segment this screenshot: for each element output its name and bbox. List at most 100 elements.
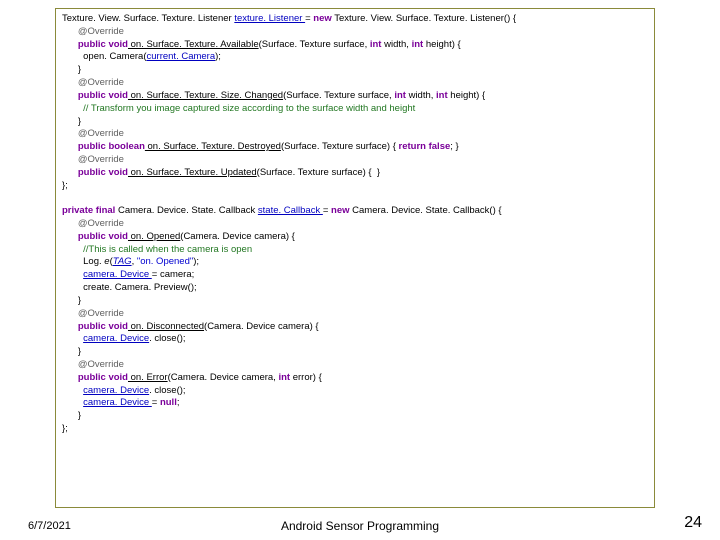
- t: . close();: [149, 333, 185, 344]
- t: on. Error: [128, 372, 168, 383]
- t: camera. Device: [83, 385, 149, 396]
- code-block: Texture. View. Surface. Texture. Listene…: [62, 13, 648, 436]
- t: width,: [381, 39, 411, 50]
- t: state. Callback: [258, 205, 323, 216]
- t: =: [152, 397, 160, 408]
- i: [62, 218, 78, 229]
- t: TAG: [113, 256, 132, 267]
- t: };: [62, 180, 68, 191]
- t: int: [394, 90, 406, 101]
- t: on. Disconnected: [128, 321, 204, 332]
- t: camera. Device: [83, 269, 152, 280]
- t: }: [78, 64, 81, 75]
- i: [62, 39, 78, 50]
- t: @Override: [78, 154, 124, 165]
- t: // Transform you image captured size acc…: [83, 103, 415, 114]
- t: on. Surface. Texture. Updated: [128, 167, 257, 178]
- t: //This is called when the camera is open: [83, 244, 252, 255]
- i: [62, 77, 78, 88]
- t: };: [62, 423, 68, 434]
- i: [62, 244, 83, 255]
- t: =: [323, 205, 331, 216]
- i: [62, 346, 78, 357]
- i: [62, 269, 83, 280]
- i: [62, 385, 83, 396]
- t: camera. Device: [83, 397, 152, 408]
- t: ; }: [450, 141, 458, 152]
- i: [62, 116, 78, 127]
- t: );: [193, 256, 199, 267]
- i: [62, 90, 78, 101]
- i: [62, 359, 78, 370]
- t: on. Surface. Texture. Size. Changed: [128, 90, 283, 101]
- t: (Surface. Texture surface) { }: [257, 167, 380, 178]
- i: [62, 308, 78, 319]
- t: Texture. View. Surface. Texture. Listene…: [332, 13, 516, 24]
- t: return false: [399, 141, 451, 152]
- i: [62, 103, 83, 114]
- t: }: [78, 295, 81, 306]
- t: int: [412, 39, 424, 50]
- t: (Surface. Texture surface) {: [281, 141, 399, 152]
- t: Camera. Device. State. Callback: [115, 205, 258, 216]
- i: [62, 397, 83, 408]
- t: );: [215, 51, 221, 62]
- t: Texture. View. Surface. Texture. Listene…: [62, 13, 234, 24]
- t: public void: [78, 167, 128, 178]
- t: public void: [78, 321, 128, 332]
- t: @Override: [78, 77, 124, 88]
- i: [62, 295, 78, 306]
- footer-page: 24: [684, 512, 702, 534]
- t: Log.: [83, 256, 104, 267]
- t: open. Camera(: [83, 51, 146, 62]
- t: public void: [78, 231, 128, 242]
- i: [62, 64, 78, 75]
- i: [62, 154, 78, 165]
- t: ;: [177, 397, 180, 408]
- i: [62, 410, 78, 421]
- t: new: [313, 13, 331, 24]
- footer-title: Android Sensor Programming: [0, 518, 720, 534]
- t: }: [78, 116, 81, 127]
- t: height) {: [448, 90, 486, 101]
- i: [62, 282, 83, 293]
- i: [62, 256, 83, 267]
- t: int: [370, 39, 382, 50]
- t: public boolean: [78, 141, 145, 152]
- t: on. Surface. Texture. Destroyed: [145, 141, 281, 152]
- t: error) {: [290, 372, 322, 383]
- i: [62, 333, 83, 344]
- t: width,: [406, 90, 436, 101]
- t: = camera;: [152, 269, 195, 280]
- i: [62, 26, 78, 37]
- t: (Camera. Device camera) {: [180, 231, 295, 242]
- t: int: [436, 90, 448, 101]
- t: (Camera. Device camera) {: [204, 321, 319, 332]
- t: create. Camera. Preview();: [83, 282, 197, 293]
- code-box: Texture. View. Surface. Texture. Listene…: [55, 8, 655, 508]
- t: texture. Listener: [234, 13, 305, 24]
- t: on. Opened: [128, 231, 180, 242]
- t: }: [78, 346, 81, 357]
- i: [62, 372, 78, 383]
- t: camera. Device: [83, 333, 149, 344]
- t: [62, 192, 65, 203]
- i: [62, 321, 78, 332]
- i: [62, 167, 78, 178]
- t: height) {: [423, 39, 461, 50]
- t: int: [278, 372, 290, 383]
- i: [62, 128, 78, 139]
- t: @Override: [78, 308, 124, 319]
- t: . close();: [149, 385, 185, 396]
- t: @Override: [78, 26, 124, 37]
- i: [62, 51, 83, 62]
- t: @Override: [78, 128, 124, 139]
- t: new: [331, 205, 349, 216]
- t: }: [78, 410, 81, 421]
- t: public void: [78, 90, 128, 101]
- t: current. Camera: [147, 51, 216, 62]
- t: (Camera. Device camera,: [168, 372, 279, 383]
- t: null: [160, 397, 177, 408]
- i: [62, 141, 78, 152]
- t: "on. Opened": [137, 256, 193, 267]
